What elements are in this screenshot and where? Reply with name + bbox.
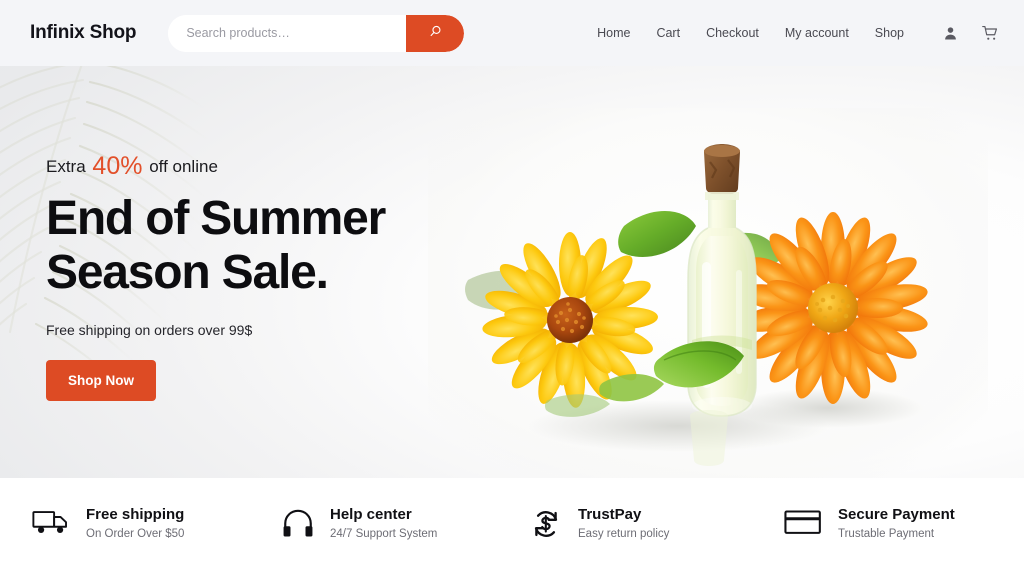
feature-text: Help center 24/7 Support System	[330, 506, 437, 540]
feature-secure-payment: Secure Payment Trustable Payment	[770, 506, 1024, 540]
feature-text: Free shipping On Order Over $50	[86, 506, 184, 540]
hero-content: Extra 40% off online End of Summer Seaso…	[46, 154, 466, 401]
search-input[interactable]	[168, 14, 407, 52]
hero-eyebrow-after: off online	[149, 157, 218, 176]
main-navigation: Home Cart Checkout My account Shop	[597, 24, 1000, 43]
cart-icon[interactable]	[981, 24, 1000, 43]
account-icon[interactable]	[942, 25, 959, 42]
header-icon-group	[942, 24, 1000, 43]
nav-item-my-account[interactable]: My account	[785, 26, 849, 40]
feature-text: TrustPay Easy return policy	[578, 506, 669, 540]
nav-item-shop[interactable]: Shop	[875, 26, 904, 40]
hero-product-image	[428, 108, 988, 478]
hero-banner: Extra 40% off online End of Summer Seaso…	[0, 66, 1024, 478]
credit-card-icon	[784, 508, 822, 536]
feature-text: Secure Payment Trustable Payment	[838, 506, 955, 540]
feature-desc: Trustable Payment	[838, 527, 935, 540]
search-icon	[428, 24, 443, 42]
truck-icon	[32, 508, 70, 536]
feature-title: Help center	[330, 506, 412, 523]
feature-trustpay: TrustPay Easy return policy	[522, 506, 770, 540]
nav-item-cart[interactable]: Cart	[656, 26, 680, 40]
feature-free-shipping: Free shipping On Order Over $50	[0, 506, 272, 540]
hero-title-line-1: End of Summer	[46, 192, 386, 245]
shop-now-button[interactable]: Shop Now	[46, 359, 156, 401]
hero-title-line-2: Season Sale.	[46, 245, 329, 299]
headphones-icon	[282, 508, 314, 538]
hero-discount-percent: 40%	[92, 152, 143, 180]
hero-eyebrow-before: Extra	[46, 157, 86, 176]
nav-item-checkout[interactable]: Checkout	[706, 26, 759, 40]
feature-desc: On Order Over $50	[86, 527, 185, 540]
nav-item-home[interactable]: Home	[597, 26, 630, 40]
hero-subtitle: Free shipping on orders over 99$	[46, 321, 253, 338]
feature-desc: Easy return policy	[578, 527, 670, 540]
feature-bar: Free shipping On Order Over $50 Help cen…	[0, 478, 1024, 580]
refresh-dollar-icon	[530, 508, 562, 540]
hero-eyebrow: Extra 40% off online	[46, 154, 466, 179]
site-logo[interactable]: Infinix Shop	[30, 22, 137, 44]
site-header: Infinix Shop Home Cart Checkout My accou…	[0, 0, 1024, 66]
feature-title: TrustPay	[578, 506, 642, 523]
search-submit-button[interactable]	[406, 14, 465, 52]
feature-desc: 24/7 Support System	[330, 527, 438, 540]
feature-help-center: Help center 24/7 Support System	[272, 506, 522, 540]
feature-title: Free shipping	[86, 506, 185, 523]
hero-title: End of Summer Season Sale.	[46, 192, 466, 300]
feature-title: Secure Payment	[838, 506, 955, 523]
search-bar	[168, 14, 465, 52]
